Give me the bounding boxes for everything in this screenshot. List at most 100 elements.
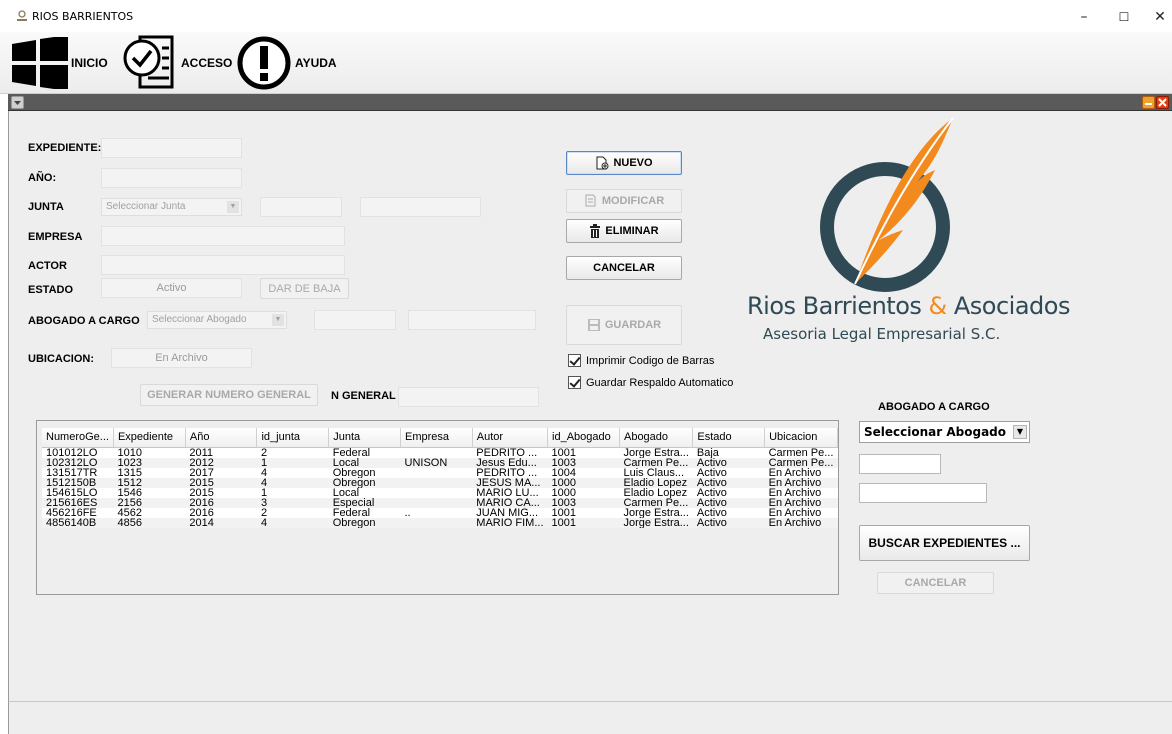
- table-cell: Federal: [332, 447, 371, 458]
- table-cell: 1004: [551, 467, 577, 478]
- anio-field[interactable]: [101, 168, 242, 188]
- table-cell: 2017: [189, 467, 214, 478]
- maximize-button[interactable]: ☐: [1110, 6, 1138, 28]
- table-cell: En Archivo: [768, 467, 822, 478]
- respaldo-checkbox[interactable]: Guardar Respaldo Automatico: [568, 376, 733, 389]
- search-field-1[interactable]: [859, 454, 941, 474]
- table-row[interactable]: 101012LO 1010 2011 2 Federal PEDRITO ... 1001 J…: [42, 447, 838, 458]
- col-estado[interactable]: Estado: [692, 428, 766, 448]
- table-cell: Eladio Lopez: [619, 477, 693, 488]
- modificar-button[interactable]: MODIFICAR: [566, 189, 682, 213]
- table-cell: Jorge Estra...: [619, 517, 693, 528]
- col-numero-general[interactable]: NumeroGe...: [42, 428, 114, 448]
- table-cell: Activo: [692, 457, 765, 468]
- table-cell: Carmen Pe...: [619, 457, 693, 468]
- junta-field-2[interactable]: [260, 197, 342, 217]
- table-cell: En Archivo: [768, 507, 822, 518]
- save-disk-icon: [587, 319, 600, 331]
- table-cell: Activo: [696, 507, 727, 518]
- minimize-button[interactable]: –: [1070, 6, 1098, 28]
- col-empresa[interactable]: Empresa: [400, 428, 473, 448]
- junta-field-3[interactable]: [360, 197, 481, 217]
- menu-acceso[interactable]: ACCESO: [122, 32, 232, 94]
- actor-label: ACTOR: [28, 260, 67, 272]
- nuevo-button[interactable]: NUEVO: [566, 151, 682, 175]
- col-anio[interactable]: Año: [185, 428, 258, 448]
- actor-field[interactable]: [101, 255, 345, 275]
- close-button[interactable]: ✕: [1146, 6, 1172, 28]
- frame-menu-icon[interactable]: [11, 96, 24, 109]
- table-cell: Luis Claus...: [623, 467, 685, 478]
- menu-ayuda[interactable]: AYUDA: [236, 32, 337, 94]
- checkbox-checked-icon: [568, 376, 581, 389]
- abogado-field-2[interactable]: [314, 310, 396, 330]
- search-abogado-heading: ABOGADO A CARGO: [878, 401, 990, 413]
- dar-de-baja-button[interactable]: DAR DE BAJA: [260, 278, 349, 299]
- table-row[interactable]: 102312LO 1023 2012 1 Local UNISON Jesus Edu...…: [42, 457, 838, 468]
- col-expediente[interactable]: Expediente: [113, 428, 186, 448]
- col-abogado[interactable]: Abogado: [619, 428, 694, 448]
- logo-title: Rios Barrientos & Asociados: [747, 292, 1070, 320]
- abogado-select[interactable]: Seleccionar Abogado ▼: [147, 311, 287, 329]
- chevron-down-icon: ▼: [272, 314, 284, 326]
- table-cell: 2015: [189, 487, 214, 498]
- table-cell: 2011: [189, 447, 214, 458]
- frame-minimize-icon[interactable]: [1142, 96, 1155, 109]
- expediente-field[interactable]: [101, 138, 242, 158]
- guardar-button[interactable]: GUARDAR: [566, 305, 682, 345]
- cancelar-button[interactable]: CANCELAR: [566, 256, 682, 280]
- table-cell: 1003: [547, 457, 620, 468]
- buscar-expedientes-button[interactable]: BUSCAR EXPEDIENTES ...: [859, 525, 1030, 561]
- chevron-down-icon: ▼: [227, 201, 239, 213]
- table-cell: [401, 468, 473, 478]
- table-row[interactable]: 131517TR 1315 2017 4 Obregon PEDRITO ... 1004 L…: [42, 468, 838, 478]
- search-field-2[interactable]: [859, 483, 987, 503]
- table-row[interactable]: 456216FE 4562 2016 2 Federal.. JUAN MIG... 100…: [42, 508, 838, 518]
- junta-select[interactable]: Seleccionar Junta ▼: [101, 198, 242, 216]
- table-cell: Jorge Estra...: [623, 507, 689, 518]
- eliminar-label: ELIMINAR: [605, 225, 659, 237]
- chevron-down-icon: ▼: [1013, 425, 1027, 439]
- table-cell: 1000: [551, 487, 577, 498]
- col-ubicacion[interactable]: Ubicacion: [764, 428, 838, 448]
- table-cell: Obregon: [328, 517, 401, 528]
- col-autor[interactable]: Autor: [472, 428, 549, 448]
- table-cell: JESUS MA...: [472, 477, 548, 488]
- table-cell: 2012: [185, 457, 257, 468]
- table-row[interactable]: 1512150B 1512 2015 4 Obregon JESUS MA... 1000 E…: [42, 477, 838, 488]
- table-cell: Obregon: [328, 477, 401, 488]
- table-cell: Activo: [692, 517, 765, 528]
- empresa-field[interactable]: [101, 226, 345, 246]
- table-row[interactable]: 154615LO 1546 2015 1 Local MARIO LU... 1000 Ela…: [42, 488, 838, 498]
- table-cell: 4: [256, 477, 329, 488]
- logo-title-a: Rios Barrientos: [747, 292, 929, 320]
- table-cell: 2156: [113, 497, 186, 508]
- col-id-abogado[interactable]: id_Abogado: [547, 428, 620, 448]
- menu-inicio[interactable]: INICIO: [12, 32, 108, 94]
- n-general-field[interactable]: [398, 387, 539, 407]
- table-cell: Carmen Pe...: [768, 447, 834, 458]
- abogado-field-3[interactable]: [408, 310, 536, 330]
- table-row[interactable]: 215616ES 2156 2016 3 Especial MARIO CA... 1003…: [42, 497, 838, 508]
- frame-close-icon[interactable]: [1156, 96, 1169, 109]
- generar-numero-button[interactable]: GENERAR NUMERO GENERAL: [140, 384, 318, 406]
- col-junta[interactable]: Junta: [328, 428, 401, 448]
- table-row[interactable]: 4856140B 4856 2014 4 Obregon MARIO FIM... 1001…: [42, 517, 838, 528]
- logo-subtitle: Asesoria Legal Empresarial S.C.: [763, 325, 1001, 343]
- table-cell: 1023: [113, 457, 186, 468]
- table-cell: Federal: [332, 507, 371, 518]
- eliminar-button[interactable]: ELIMINAR: [566, 219, 682, 243]
- search-abogado-select[interactable]: Seleccionar Abogado ▼: [859, 421, 1030, 443]
- app-icon: [17, 10, 27, 21]
- ubicacion-field: En Archivo: [111, 348, 252, 368]
- expedientes-table-panel: NumeroGe... Expediente Año id_junta Junt…: [36, 420, 839, 595]
- col-id-junta[interactable]: id_junta: [256, 428, 330, 448]
- table-cell: 4: [256, 517, 329, 528]
- logo-title-amp: &: [928, 292, 948, 320]
- search-cancelar-button[interactable]: CANCELAR: [877, 572, 994, 594]
- table-cell: 154615LO: [46, 487, 98, 498]
- table-cell: 1546: [117, 487, 142, 498]
- table-cell: 2: [260, 447, 268, 458]
- table-cell: En Archivo: [764, 497, 838, 508]
- imprimir-checkbox[interactable]: Imprimir Codigo de Barras: [568, 354, 714, 367]
